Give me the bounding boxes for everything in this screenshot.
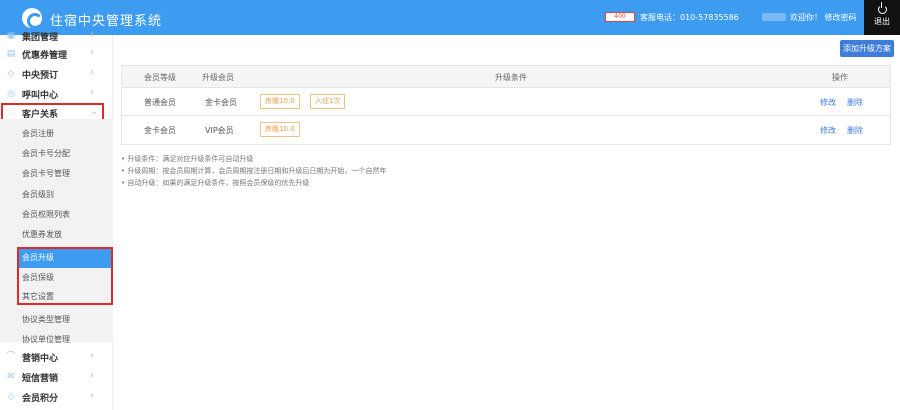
table-row: 普通会员 金卡会员 房晚10.0 入住1次 修改 删除 [122, 88, 890, 116]
edit-link[interactable]: 修改 [820, 125, 836, 136]
sidebar-item-label: 短信营销 [22, 374, 59, 384]
sidebar-item-group-management[interactable]: ▣ 集团管理 › [0, 26, 113, 46]
table-header: 会员等级 升级会员 升级条件 操作 [122, 66, 890, 88]
diamond-icon: ◇ [7, 392, 15, 402]
row-level: 普通会员 [144, 98, 176, 107]
submenu-member-upgrade[interactable]: 会员升级 [19, 248, 111, 268]
chevron-right-icon: › [90, 87, 94, 98]
sidebar-item-label: 营销中心 [22, 354, 59, 364]
table-row: 金卡会员 VIP会员 房晚10.0 修改 删除 [122, 116, 890, 144]
sidebar-item-label: 优惠券管理 [22, 51, 68, 61]
logout-button[interactable]: 退出 [864, 0, 900, 35]
chevron-right-icon: › [90, 67, 94, 78]
sidebar-item-label: 集团管理 [22, 33, 59, 43]
header-actions: 操作 [832, 73, 848, 82]
app-logo-icon[interactable] [22, 8, 43, 29]
ticket-icon: ▤ [6, 49, 16, 59]
sidebar-item-marketing[interactable]: ⌒ 营销中心 › [0, 347, 113, 367]
sidebar: ▣ 集团管理 › ▤ 优惠券管理 › ◇ 中央预订 › ◎ 呼叫中心 › ♡ 客… [0, 29, 113, 410]
submenu-coupon-issue[interactable]: 优惠券发放 [0, 225, 113, 245]
row-upgrade: 金卡会员 [205, 98, 237, 107]
submenu-member-register[interactable]: 会员注册 [0, 124, 113, 144]
sidebar-item-label: 中央预订 [22, 71, 59, 81]
power-icon [877, 2, 887, 14]
submenu-member-retain[interactable]: 会员保级 [19, 268, 111, 288]
logout-label: 退出 [874, 17, 890, 26]
sidebar-item-label: 会员积分 [22, 394, 59, 404]
submenu-member-rights[interactable]: 会员权限列表 [0, 205, 113, 225]
delete-link[interactable]: 删除 [847, 97, 863, 108]
submenu-agreement-type[interactable]: 协议类型管理 [0, 310, 113, 330]
header-conditions: 升级条件 [495, 73, 527, 82]
condition-badge: 房晚10.0 [260, 122, 300, 137]
upgrade-notes: • 升级条件：满足对应升级条件可自动升级 • 升级周期：按会员周期计算，会员周期… [121, 153, 386, 189]
phone-icon: ◎ [7, 89, 15, 99]
top-header: 住宿中央管理系统 400 客服电话：010-57835586 欢迎你！ 修改密码… [0, 0, 900, 35]
username-blurred [762, 13, 786, 21]
edit-link[interactable]: 修改 [820, 97, 836, 108]
note-line: • 升级条件：满足对应升级条件可自动升级 [121, 155, 254, 163]
welcome-change-password-link[interactable]: 欢迎你！ 修改密码 [790, 12, 857, 23]
sidebar-item-points[interactable]: ◇ 会员积分 › [0, 387, 113, 407]
submenu-card-assign[interactable]: 会员卡号分配 [0, 144, 113, 164]
chevron-right-icon: › [90, 370, 94, 381]
main-content: 添加升级方案 会员等级 升级会员 升级条件 操作 普通会员 金卡会员 房晚10.… [113, 35, 900, 410]
header-upgrade: 升级会员 [202, 73, 234, 82]
upgrade-table: 会员等级 升级会员 升级条件 操作 普通会员 金卡会员 房晚10.0 入住1次 … [121, 65, 891, 145]
note-line: • 升级周期：按会员周期计算，会员周期按注册日期和升级后日期为开始，一个自然年 [121, 167, 387, 175]
submenu-other-settings[interactable]: 其它设置 [19, 287, 111, 307]
note-line: • 自动升级：如果的满足升级条件，按照会员保级的优先升级 [121, 179, 310, 187]
sidebar-item-label: 呼叫中心 [22, 91, 59, 101]
chevron-right-icon: › [90, 47, 94, 58]
header-level: 会员等级 [144, 73, 176, 82]
condition-badge: 房晚10.0 [260, 94, 300, 109]
sidebar-item-call-center[interactable]: ◎ 呼叫中心 › [0, 84, 113, 104]
chevron-right-icon: › [90, 390, 94, 401]
tag-icon: ◇ [7, 69, 15, 79]
submenu-member-level[interactable]: 会员级别 [0, 185, 113, 205]
add-upgrade-plan-button[interactable]: 添加升级方案 [840, 40, 894, 57]
sidebar-item-central-booking[interactable]: ◇ 中央预订 › [0, 64, 113, 84]
service-phone: 客服电话：010-57835586 [640, 13, 739, 22]
row-level: 金卡会员 [144, 126, 176, 135]
sidebar-item-coupons[interactable]: ▤ 优惠券管理 › [0, 44, 113, 64]
delete-link[interactable]: 删除 [847, 125, 863, 136]
mail-icon: ✉ [7, 372, 15, 382]
row-upgrade: VIP会员 [205, 126, 234, 135]
heart-icon: ♡ [6, 108, 16, 118]
service-logo-icon: 400 [605, 12, 635, 22]
building-icon: ▣ [6, 31, 16, 41]
chevron-right-icon: › [90, 29, 94, 40]
chevron-right-icon: › [90, 350, 94, 361]
submenu-card-manage[interactable]: 会员卡号管理 [0, 164, 113, 184]
sidebar-item-sms[interactable]: ✉ 短信营销 › [0, 367, 113, 387]
customer-relations-submenu: 会员注册 会员卡号分配 会员卡号管理 会员级别 会员权限列表 优惠券发放 会员升… [0, 119, 113, 344]
chevron-down-icon: ⌄ [90, 106, 99, 117]
megaphone-icon: ⌒ [6, 352, 16, 362]
condition-badge: 入住1次 [310, 94, 346, 109]
